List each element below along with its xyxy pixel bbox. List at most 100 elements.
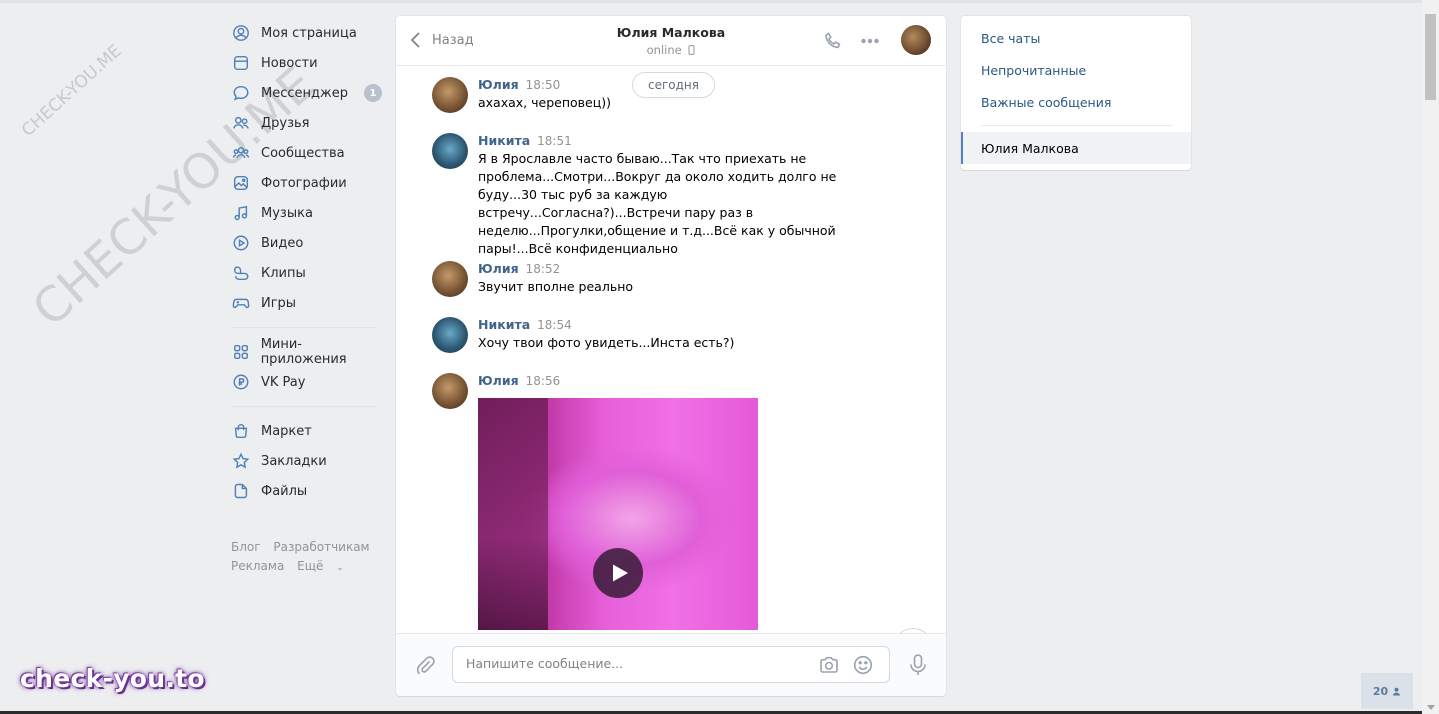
message-input[interactable] [466,656,796,671]
avatar[interactable] [432,77,468,113]
photos-icon [231,173,251,193]
left-footer: Блог Разработчикам Реклама Ещё ⌄ [231,538,391,578]
mobile-phone-icon [688,45,695,55]
microphone-icon [910,654,926,675]
nav-clips[interactable]: Клипы [231,258,386,288]
message-time[interactable]: 18:52 [526,262,561,276]
file-icon [231,481,251,501]
communities-icon [231,143,251,163]
nav-divider [231,406,377,407]
attach-button[interactable] [414,654,436,676]
message-author[interactable]: Никита [478,317,530,332]
nav-label: Мессенджер [261,85,348,101]
clips-icon [231,263,251,283]
footer-more-link[interactable]: Ещё ⌄ [297,559,353,573]
message-author[interactable]: Никита [478,133,530,148]
message-time[interactable]: 18:54 [537,318,572,332]
message-author[interactable]: Юлия [478,373,519,388]
message-author[interactable]: Юлия [478,77,519,92]
folder-unread[interactable]: Непрочитанные [981,63,1086,78]
chat-panel: Назад Юлия Малкова online сегодня Юлия 18… [396,16,946,696]
nav-photos[interactable]: Фотографии [231,168,386,198]
message-text: Хочу твои фото увидеть...Инста есть?) [478,335,735,350]
nav-friends[interactable]: Друзья [231,108,386,138]
avatar[interactable] [432,133,468,169]
message-time[interactable]: 18:50 [526,78,561,92]
page-scrollbar[interactable] [1422,0,1439,714]
footer-dev-link[interactable]: Разработчикам [273,540,369,554]
footer-blog-link[interactable]: Блог [231,540,261,554]
play-icon [613,564,628,582]
peer-avatar[interactable] [901,25,931,55]
nav-divider [231,327,377,328]
nav-label: Новости [261,55,318,71]
nav-news[interactable]: Новости [231,48,386,78]
peer-status-label: online [646,43,682,57]
nav-video[interactable]: Видео [231,228,386,258]
nav-market[interactable]: Маркет [231,416,386,446]
message-text: Я в Ярославле часто бываю...Так что прие… [478,151,837,256]
friends-icon [231,113,251,133]
message-time[interactable]: 18:51 [537,134,572,148]
folder-all-chats[interactable]: Все чаты [981,31,1040,46]
nav-label: Маркет [261,423,312,439]
nav-label: Фотографии [261,175,347,191]
message-author[interactable]: Юлия [478,261,519,276]
message-time[interactable]: 18:56 [526,374,561,388]
nav-mini-apps[interactable]: Мини-приложения [231,337,386,367]
nav-bookmarks[interactable]: Закладки [231,446,386,476]
video-attachment[interactable] [478,398,758,630]
video-thumbnail [478,398,548,630]
nav-label: Моя страница [261,25,357,41]
brand-watermark: check-you.to [20,664,205,693]
top-strip [0,0,1422,3]
nav-games[interactable]: Игры [231,288,386,318]
nav-vk-pay[interactable]: VK Pay [231,367,386,397]
left-nav: Моя страница Новости Мессенджер 1 Друзья… [231,18,386,506]
nav-messenger[interactable]: Мессенджер 1 [231,78,386,108]
scrollbar-thumb[interactable] [1425,14,1436,100]
nav-files[interactable]: Файлы [231,476,386,506]
message-composer [396,633,946,696]
message-text: Звучит вполне реально [478,279,634,294]
folder-important[interactable]: Важные сообщения [981,95,1111,110]
music-icon [231,203,251,223]
market-bag-icon [231,421,251,441]
active-chat-item[interactable]: Юлия Малкова [961,132,1191,164]
vk-pay-icon [231,372,251,392]
avatar[interactable] [432,317,468,353]
nav-label: Друзья [261,115,310,131]
footer-ads-link[interactable]: Реклама [231,559,284,573]
nav-label: Закладки [261,453,327,469]
nav-label: Видео [261,235,304,251]
chat-folders-panel: Все чаты Непрочитанные Важные сообщения … [961,16,1191,170]
gamepad-icon [231,293,251,313]
online-counter[interactable]: 20 [1361,673,1413,709]
nav-label: Сообщества [261,145,345,161]
nav-communities[interactable]: Сообщества [231,138,386,168]
nav-label: Мини-приложения [260,337,347,367]
play-button[interactable] [593,548,643,598]
nav-music[interactable]: Музыка [231,198,386,228]
nav-my-page[interactable]: Моя страница [231,18,386,48]
more-button[interactable] [859,30,881,52]
smile-icon [853,655,873,675]
avatar[interactable] [432,373,468,409]
voice-message-button[interactable] [907,653,929,677]
camera-icon [820,656,838,673]
person-icon [1393,687,1401,696]
scroll-down-arrow-icon[interactable] [1427,705,1435,710]
message: Юлия 18:50 ахахах, череповец)) [432,77,868,113]
paperclip-icon [416,656,435,675]
phone-icon [825,32,841,49]
message-list[interactable]: сегодня Юлия 18:50 ахахах, череповец)) Ни… [396,67,946,633]
chat-header: Назад Юлия Малкова online [396,16,946,66]
message: Юлия 18:56 [432,373,868,630]
online-count-value: 20 [1372,684,1389,698]
avatar[interactable] [432,261,468,297]
camera-button[interactable] [818,654,840,676]
emoji-button[interactable] [852,654,874,676]
footer-more-label: Ещё [297,559,324,573]
star-icon [231,451,251,471]
call-button[interactable] [822,30,844,52]
